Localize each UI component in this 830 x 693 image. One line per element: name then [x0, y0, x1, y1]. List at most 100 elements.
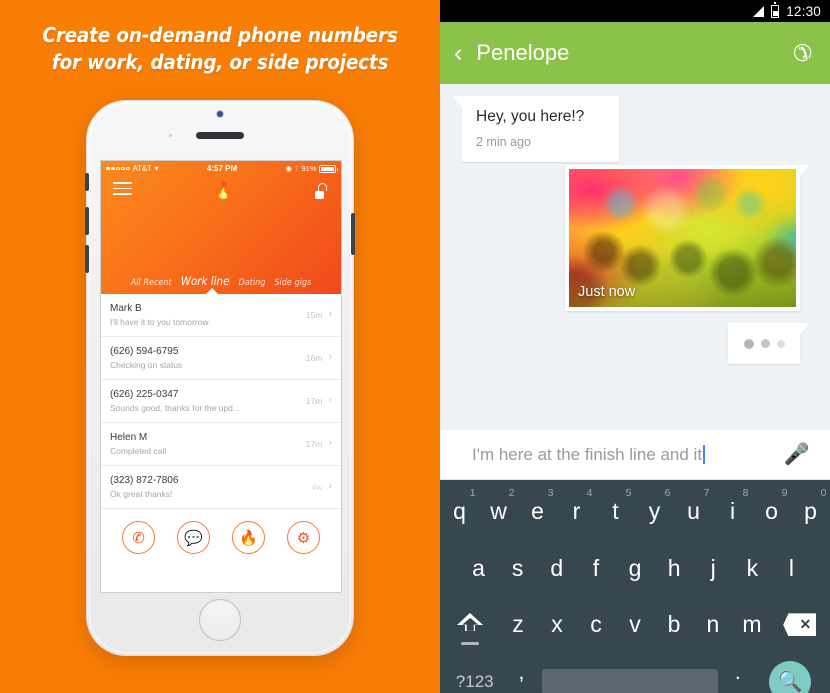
key-j[interactable]: j	[694, 540, 733, 597]
key-q[interactable]: 1q	[440, 483, 479, 540]
message-bubble-photo[interactable]: Just now	[565, 165, 809, 311]
android-chat-panel: 12:30 ‹ Penelope ✆ Hey, you here!? 2 min…	[440, 0, 830, 693]
key-w[interactable]: 2w	[479, 483, 518, 540]
phone-call-icon[interactable]: ✆	[793, 40, 812, 67]
conversation-title: (323) 872-7806	[110, 474, 179, 486]
symbols-key[interactable]: ?123	[448, 653, 501, 693]
earpiece-speaker	[196, 132, 244, 139]
conversation-preview: Sounds good, thanks for the upd...	[110, 402, 240, 413]
tab-side-gigs[interactable]: Side gigs	[274, 278, 311, 288]
back-chevron-icon[interactable]: ‹	[454, 40, 462, 66]
conversation-preview: Checking on status	[110, 359, 183, 370]
key-k[interactable]: k	[733, 540, 772, 597]
ios-nav-bar: 🔥	[101, 176, 341, 199]
hamburger-menu-icon[interactable]	[113, 182, 132, 199]
key-y-label: y	[648, 497, 661, 524]
key-c[interactable]: c	[577, 597, 616, 654]
settings-action-button[interactable]: ⚙	[287, 521, 320, 554]
battery-icon	[771, 2, 780, 18]
table-row[interactable]: Mark B I'll have it to you tomorrow 15m …	[101, 294, 341, 337]
conversation-time: 17m	[305, 395, 323, 406]
key-l[interactable]: l	[772, 540, 811, 597]
key-t[interactable]: 5t	[596, 483, 635, 540]
key-y[interactable]: 6y	[635, 483, 674, 540]
key-b[interactable]: b	[654, 597, 693, 654]
volume-down-button[interactable]	[85, 245, 89, 273]
key-p-label: p	[804, 497, 817, 524]
message-action-button[interactable]: 💬	[177, 521, 210, 554]
android-keyboard: 1q 2w 3e 4r 5t 6y 7u 8i 9o 0p a s d f g …	[440, 480, 830, 693]
chevron-right-icon: ›	[328, 437, 332, 449]
volume-up-button[interactable]	[85, 207, 89, 235]
conversation-title: (626) 225-0347	[110, 388, 179, 400]
signal-strength-icon	[753, 5, 765, 17]
search-enter-icon: 🔍	[768, 660, 811, 693]
key-d[interactable]: d	[537, 540, 576, 597]
key-o[interactable]: 9o	[752, 483, 791, 540]
microphone-icon[interactable]: 🎤	[784, 443, 810, 467]
key-r[interactable]: 4r	[557, 483, 596, 540]
message-bubble-incoming[interactable]: Hey, you here!? 2 min ago	[453, 96, 619, 162]
key-i[interactable]: 8i	[713, 483, 752, 540]
key-p[interactable]: 0p	[791, 483, 830, 540]
iphone-device: AT&T ▾ 4:57 PM ◉ ᛏ 91% 🔥 All Recent Work…	[85, 100, 355, 656]
tab-all-recent[interactable]: All Recent	[131, 278, 172, 288]
key-a[interactable]: a	[459, 540, 498, 597]
conversation-title: (626) 594-6795	[110, 345, 179, 357]
typing-dot	[760, 339, 770, 348]
enter-search-key[interactable]: 🔍	[758, 653, 822, 693]
typing-dot	[743, 338, 754, 349]
key-g[interactable]: g	[615, 540, 654, 597]
home-button[interactable]	[199, 599, 241, 641]
table-row[interactable]: (626) 225-0347 Sounds good, thanks for t…	[101, 380, 341, 423]
table-row[interactable]: (323) 872-7806 Ok great thanks! 4w ›	[101, 466, 341, 509]
unlock-icon[interactable]	[314, 182, 329, 199]
proximity-sensor	[169, 134, 172, 137]
key-o-number: 9	[781, 487, 788, 499]
key-v[interactable]: v	[615, 597, 654, 654]
conversation-content: (323) 872-7806 Ok great thanks!	[110, 475, 311, 499]
backspace-key-icon: ✕	[783, 613, 817, 637]
chevron-right-icon: ›	[328, 480, 332, 492]
power-button[interactable]	[351, 213, 355, 255]
front-camera	[217, 111, 223, 117]
flame-action-button[interactable]: 🔥	[232, 521, 265, 554]
key-x[interactable]: x	[538, 597, 577, 654]
key-h[interactable]: h	[655, 540, 694, 597]
period-key[interactable]: .	[718, 653, 758, 693]
key-z[interactable]: z	[499, 597, 538, 654]
carrier-label: AT&T	[132, 164, 152, 173]
conversation-time: 16m	[305, 352, 323, 363]
key-t-number: 5	[625, 487, 632, 499]
chevron-right-icon: ›	[328, 351, 332, 363]
screenshot-root: Create on-demand phone numbers for work,…	[0, 0, 830, 693]
key-p-number: 0	[820, 487, 827, 499]
battery-percent-label: 91%	[301, 164, 317, 173]
shift-key[interactable]	[442, 597, 499, 654]
ios-clock: 4:57 PM	[206, 164, 238, 173]
key-n[interactable]: n	[693, 597, 732, 654]
key-u[interactable]: 7u	[674, 483, 713, 540]
chevron-right-icon: ›	[328, 308, 332, 320]
tab-work-line[interactable]: Work line	[181, 274, 230, 288]
key-m[interactable]: m	[732, 597, 771, 654]
message-input[interactable]: I'm here at the finish line and it	[472, 444, 784, 465]
phone-icon: ✆	[132, 529, 145, 547]
key-e[interactable]: 3e	[518, 483, 557, 540]
key-u-number: 7	[703, 487, 710, 499]
tab-dating[interactable]: Dating	[238, 278, 265, 288]
table-row[interactable]: Helen M Completed call 17m ›	[101, 423, 341, 466]
flame-logo-icon: 🔥	[212, 181, 235, 200]
table-row[interactable]: (626) 594-6795 Checking on status 16m ›	[101, 337, 341, 380]
silent-switch[interactable]	[85, 173, 89, 191]
chevron-right-icon: ›	[328, 394, 332, 406]
conversation-preview: Completed call	[110, 445, 167, 456]
call-action-button[interactable]: ✆	[122, 521, 155, 554]
comma-key[interactable]: ,	[501, 653, 541, 693]
space-key[interactable]	[541, 653, 718, 693]
signal-dots-icon	[106, 166, 130, 171]
key-s[interactable]: s	[498, 540, 537, 597]
key-f[interactable]: f	[576, 540, 615, 597]
backspace-key[interactable]: ✕	[771, 597, 828, 654]
ios-status-right: ◉ ᛏ 91%	[285, 161, 338, 176]
